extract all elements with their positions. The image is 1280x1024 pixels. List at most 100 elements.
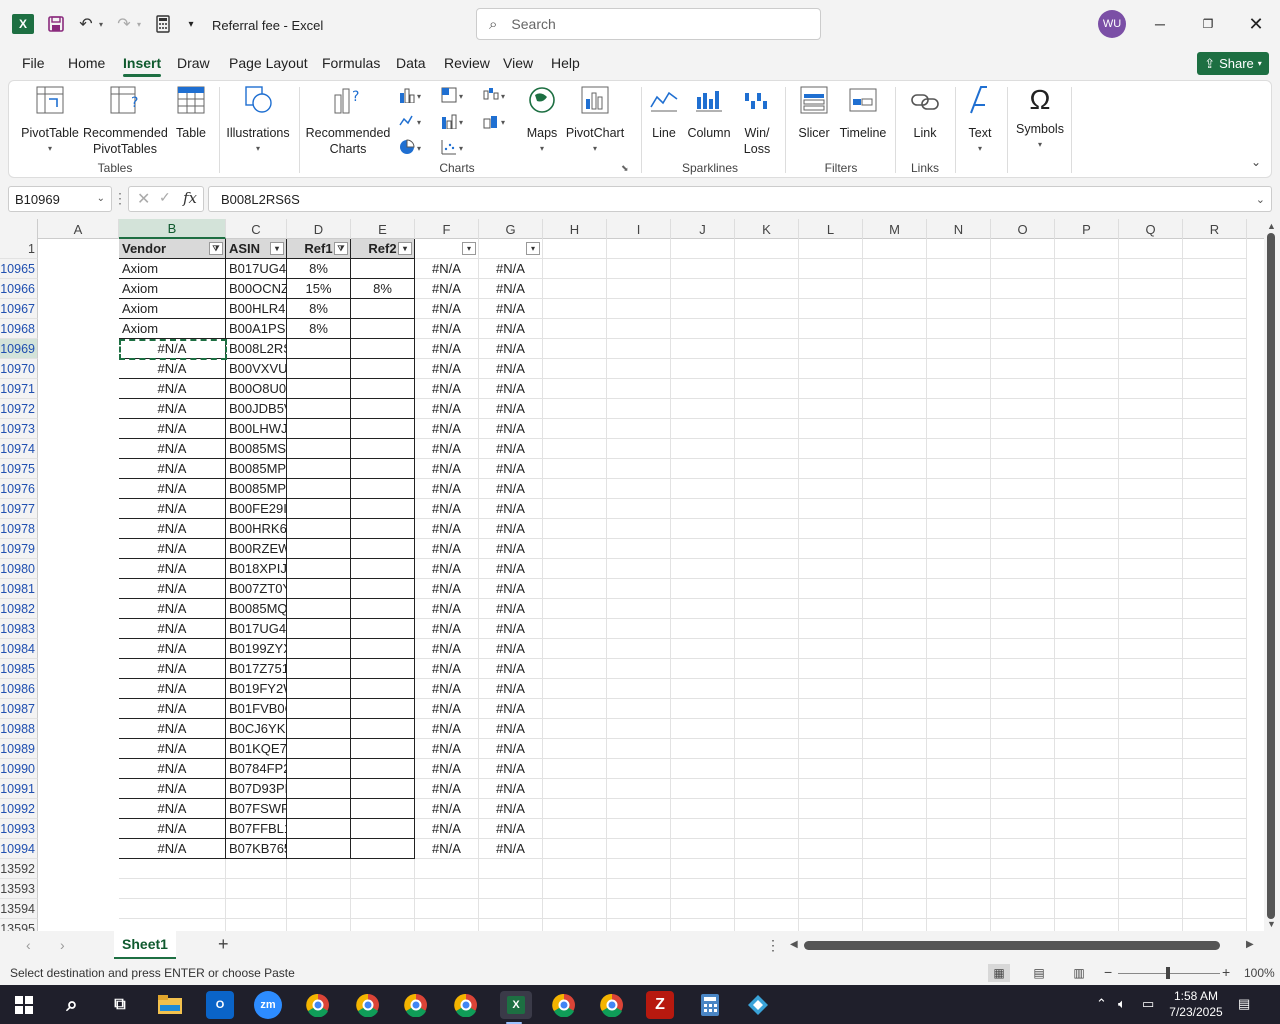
grid-cell[interactable]: [479, 879, 543, 899]
grid-cell[interactable]: [1055, 419, 1119, 439]
grid-cell[interactable]: [607, 559, 671, 579]
cell-b[interactable]: B019FY2W70: [226, 679, 287, 699]
column-header-d[interactable]: D: [287, 219, 351, 239]
grid-cell[interactable]: [991, 539, 1055, 559]
grid-cell[interactable]: [1183, 619, 1247, 639]
cell-c[interactable]: [287, 539, 351, 559]
grid-cell[interactable]: [991, 679, 1055, 699]
grid-cell[interactable]: [1183, 339, 1247, 359]
customize-toolbar-icon[interactable]: ▾: [184, 14, 198, 34]
grid-cell[interactable]: [863, 339, 927, 359]
cell-b[interactable]: B007ZT0Y82: [226, 579, 287, 599]
cell-e[interactable]: #N/A: [415, 719, 479, 739]
line-chart-icon[interactable]: ▾: [399, 113, 421, 129]
cell-f[interactable]: #N/A: [479, 359, 543, 379]
tab-help[interactable]: Help: [551, 55, 580, 71]
grid-cell[interactable]: [1183, 399, 1247, 419]
vertical-scrollbar[interactable]: ▲ ▼: [1264, 219, 1280, 931]
cell-d[interactable]: [351, 319, 415, 339]
grid-cell[interactable]: [991, 719, 1055, 739]
row-header[interactable]: 13593: [0, 879, 38, 899]
cell-a[interactable]: #N/A: [119, 459, 226, 479]
grid-cell[interactable]: [927, 279, 991, 299]
grid-cell[interactable]: [1183, 539, 1247, 559]
grid-cell[interactable]: [607, 419, 671, 439]
cell-d[interactable]: [351, 659, 415, 679]
grid-cell[interactable]: [671, 459, 735, 479]
cell-f[interactable]: #N/A: [479, 279, 543, 299]
grid-cell[interactable]: [735, 799, 799, 819]
grid-cell[interactable]: [799, 659, 863, 679]
grid-cell[interactable]: [607, 879, 671, 899]
grid-cell[interactable]: [799, 419, 863, 439]
grid-cell[interactable]: [543, 919, 607, 931]
grid-cell[interactable]: [863, 659, 927, 679]
grid-cell[interactable]: [543, 599, 607, 619]
header-cell-b[interactable]: ASIN ▾: [226, 239, 287, 259]
grid-cell[interactable]: [1119, 859, 1183, 879]
cell-a[interactable]: #N/A: [119, 339, 226, 359]
cell-b[interactable]: B0085MPVCC: [226, 479, 287, 499]
grid-cell[interactable]: [991, 619, 1055, 639]
grid-cell[interactable]: [863, 479, 927, 499]
row-header[interactable]: 10991: [0, 779, 38, 799]
grid-cell[interactable]: [735, 839, 799, 859]
cell-f[interactable]: #N/A: [479, 319, 543, 339]
grid-cell[interactable]: [991, 839, 1055, 859]
column-header-q[interactable]: Q: [1119, 219, 1183, 239]
grid-cell[interactable]: [543, 519, 607, 539]
cell-c[interactable]: [287, 719, 351, 739]
row-header[interactable]: 10981: [0, 579, 38, 599]
cell-f[interactable]: #N/A: [479, 399, 543, 419]
column-header-n[interactable]: N: [927, 219, 991, 239]
cell-c[interactable]: 8%: [287, 319, 351, 339]
row-header[interactable]: 13595: [0, 919, 38, 931]
grid-cell[interactable]: [1183, 359, 1247, 379]
collapse-ribbon-icon[interactable]: ⌄: [1251, 155, 1261, 169]
start-icon[interactable]: [10, 991, 38, 1019]
cell-c[interactable]: [287, 419, 351, 439]
grid-cell[interactable]: [991, 739, 1055, 759]
row-header[interactable]: 10994: [0, 839, 38, 859]
grid-cell[interactable]: [1183, 419, 1247, 439]
grid-cell[interactable]: [799, 299, 863, 319]
grid-cell[interactable]: [863, 319, 927, 339]
cell-e[interactable]: #N/A: [415, 739, 479, 759]
grid-cell[interactable]: [671, 579, 735, 599]
grid-cell[interactable]: [1119, 459, 1183, 479]
grid-cell[interactable]: [863, 359, 927, 379]
cell-f[interactable]: #N/A: [479, 379, 543, 399]
tab-view[interactable]: View: [503, 55, 533, 71]
grid-cell[interactable]: [607, 539, 671, 559]
grid-cell[interactable]: [927, 419, 991, 439]
tab-review[interactable]: Review: [444, 55, 490, 71]
cell-e[interactable]: #N/A: [415, 319, 479, 339]
grid-cell[interactable]: [735, 699, 799, 719]
chrome-icon[interactable]: [598, 991, 626, 1019]
grid-cell[interactable]: [1055, 799, 1119, 819]
grid-cell[interactable]: [799, 799, 863, 819]
grid-cell[interactable]: [799, 719, 863, 739]
grid-cell[interactable]: [1183, 799, 1247, 819]
grid-cell[interactable]: [607, 619, 671, 639]
cell-b[interactable]: B01KQE7ZZC: [226, 739, 287, 759]
row-header[interactable]: 10993: [0, 819, 38, 839]
grid-cell[interactable]: [671, 339, 735, 359]
cell-c[interactable]: [287, 379, 351, 399]
grid-cell[interactable]: [479, 859, 543, 879]
column-header-j[interactable]: J: [671, 219, 735, 239]
cell-b[interactable]: B0CJ6YKPJP: [226, 719, 287, 739]
grid-cell[interactable]: [1183, 279, 1247, 299]
cell-b[interactable]: B017UG4A8E: [226, 619, 287, 639]
grid-cell[interactable]: [543, 899, 607, 919]
grid-cell[interactable]: [863, 899, 927, 919]
grid-cell[interactable]: [1055, 239, 1119, 259]
cell-c[interactable]: 8%: [287, 259, 351, 279]
grid-cell[interactable]: [991, 519, 1055, 539]
row-header[interactable]: 10973: [0, 419, 38, 439]
grid-cell[interactable]: [543, 619, 607, 639]
grid-cell[interactable]: [287, 919, 351, 931]
grid-cell[interactable]: [1055, 379, 1119, 399]
grid-cell[interactable]: [543, 479, 607, 499]
column-header-p[interactable]: P: [1055, 219, 1119, 239]
